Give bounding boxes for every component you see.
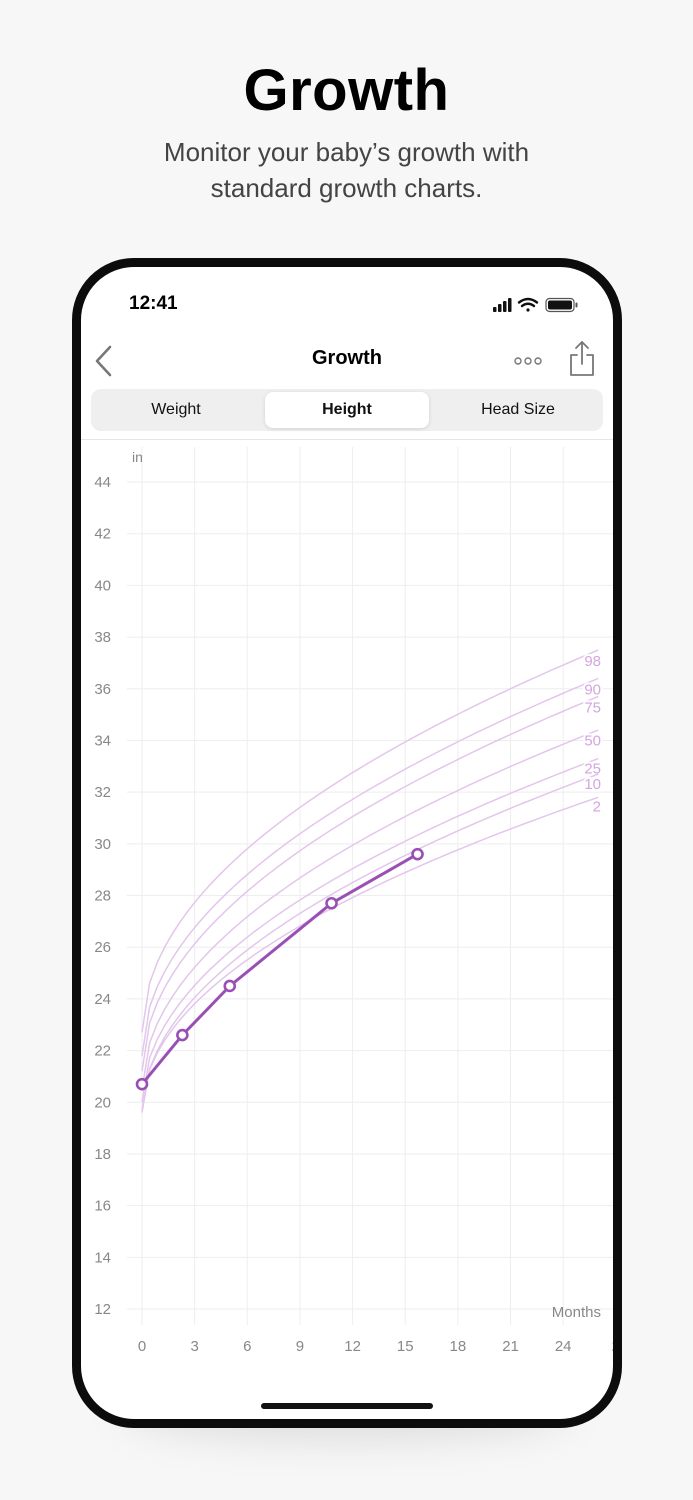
y-tick-label: 36 xyxy=(94,681,111,698)
y-tick-label: 22 xyxy=(94,1043,111,1060)
y-tick-label: 24 xyxy=(94,991,111,1008)
percentile-label: 98 xyxy=(584,653,601,670)
height-data-point xyxy=(135,1077,149,1091)
x-tick-label: 2 xyxy=(612,1338,613,1355)
y-tick-label: 14 xyxy=(94,1249,111,1266)
x-tick-label: 18 xyxy=(450,1338,467,1355)
y-tick-label: 32 xyxy=(94,784,111,801)
y-tick-label: 12 xyxy=(94,1301,111,1318)
y-tick-label: 38 xyxy=(94,629,111,646)
y-tick-label: 18 xyxy=(94,1146,111,1163)
y-axis-label: in xyxy=(132,449,143,465)
y-tick-label: 42 xyxy=(94,526,111,543)
percentile-label: 50 xyxy=(584,733,601,750)
y-tick-label: 40 xyxy=(94,577,111,594)
y-tick-label: 44 xyxy=(94,474,111,491)
y-tick-label: 28 xyxy=(94,888,111,905)
percentile-label: 2 xyxy=(593,798,601,815)
x-axis-label: Months xyxy=(552,1304,601,1321)
home-indicator xyxy=(261,1403,433,1409)
phone-frame: 12:41 Growth Weight Height Head Size 12 … xyxy=(72,258,622,1428)
x-tick-label: 24 xyxy=(555,1338,572,1355)
y-tick-label: 26 xyxy=(94,939,111,956)
x-tick-label: 0 xyxy=(138,1338,146,1355)
height-data-point xyxy=(223,979,237,993)
percentile-label: 90 xyxy=(584,681,601,698)
height-data-point xyxy=(411,847,424,861)
x-tick-label: 9 xyxy=(296,1338,304,1355)
percentile-label: 75 xyxy=(584,699,601,716)
x-tick-label: 21 xyxy=(502,1338,519,1355)
percentile-label: 10 xyxy=(584,776,601,793)
x-tick-label: 12 xyxy=(344,1338,361,1355)
percentile-curve xyxy=(141,773,599,1113)
height-data-point xyxy=(325,896,338,910)
y-tick-label: 30 xyxy=(94,836,111,853)
promo-subtitle-line-2: standard growth charts. xyxy=(210,173,483,203)
height-data-point xyxy=(176,1028,189,1042)
promo-title: Growth xyxy=(243,58,450,123)
promo-subtitle-line-1: Monitor your baby’s growth with xyxy=(163,137,530,167)
y-tick-label: 20 xyxy=(94,1094,111,1111)
promo-subtitle: Monitor your baby’s growth with standard… xyxy=(0,134,693,206)
x-tick-label: 3 xyxy=(190,1338,198,1355)
x-tick-label: 6 xyxy=(243,1338,251,1355)
height-series-line xyxy=(140,852,419,1086)
y-tick-label: 16 xyxy=(94,1198,111,1215)
y-tick-label: 34 xyxy=(94,732,111,749)
growth-chart: 12141618202224262830323436384042440 3 6 9 12… xyxy=(94,447,613,1355)
x-tick-label: 15 xyxy=(397,1338,414,1355)
